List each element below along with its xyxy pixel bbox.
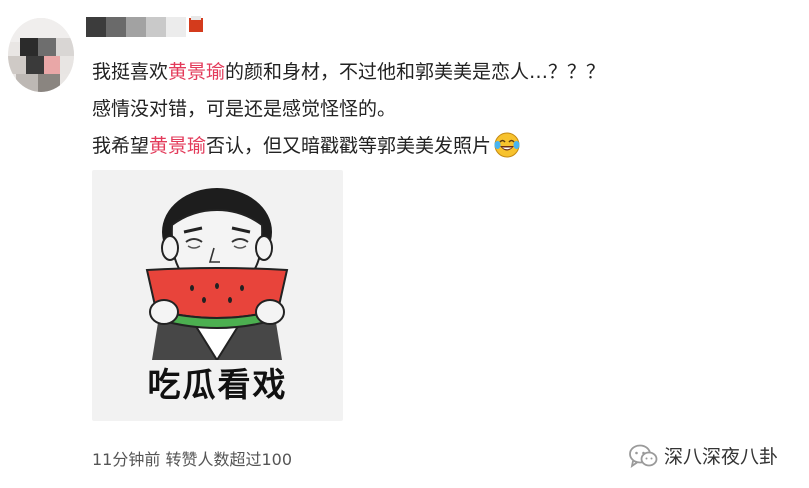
comment-line-2: 感情没对错，可是还是感觉怪怪的。 bbox=[92, 95, 605, 132]
comment-meta: 11分钟前 转赞人数超过100 bbox=[92, 446, 292, 470]
username[interactable] bbox=[86, 16, 186, 38]
mention-link[interactable]: 黄景瑜 bbox=[168, 61, 225, 83]
comment-body: 我挺喜欢黄景瑜的颜和身材，不过他和郭美美是恋人…？？？ 感情没对错，可是还是感觉… bbox=[92, 58, 605, 169]
comment-text: 我挺喜欢 bbox=[92, 61, 169, 83]
comment-text: 我希望 bbox=[92, 135, 150, 157]
watermark-text: 深八深夜八卦 bbox=[664, 446, 779, 468]
laugh-cry-emoji-icon bbox=[494, 132, 520, 158]
sticker-caption: 吃瓜看戏 bbox=[147, 365, 288, 404]
avatar[interactable] bbox=[8, 18, 74, 92]
watermelon-meme-icon bbox=[145, 188, 289, 360]
watermark: 深八深夜八卦 bbox=[628, 442, 778, 469]
comment-text: 否认，但又暗戳戳等郭美美发照片 bbox=[206, 135, 492, 157]
comment-time: 11分钟前 bbox=[92, 450, 161, 469]
mention-link[interactable]: 黄景瑜 bbox=[149, 135, 206, 157]
wechat-icon bbox=[629, 444, 658, 468]
sticker-image[interactable]: 吃瓜看戏 bbox=[92, 170, 343, 421]
repost-count[interactable]: 转赞人数超过100 bbox=[165, 450, 292, 469]
comment-text: 的颜和身材，不过他和郭美美是恋人…？？？ bbox=[225, 61, 606, 83]
comment-text: 感情没对错，可是还是感觉怪怪的。 bbox=[92, 98, 397, 120]
comment-line-1: 我挺喜欢黄景瑜的颜和身材，不过他和郭美美是恋人…？？？ bbox=[92, 58, 605, 95]
user-badge-icon bbox=[188, 16, 204, 32]
comment-line-3: 我希望黄景瑜否认，但又暗戳戳等郭美美发照片 bbox=[92, 132, 605, 169]
